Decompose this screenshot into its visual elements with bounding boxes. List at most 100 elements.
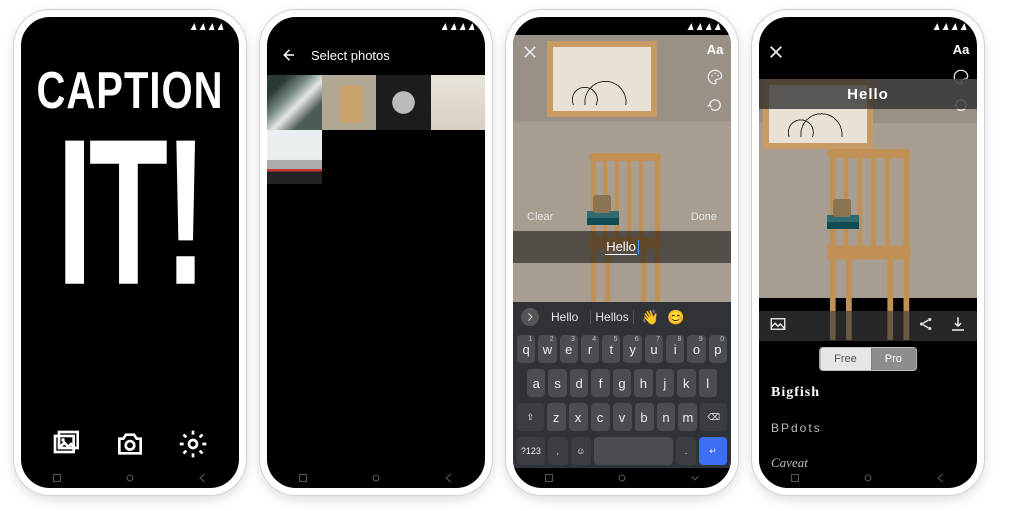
recent-apps-icon[interactable] — [788, 471, 802, 485]
home-icon[interactable] — [861, 471, 875, 485]
key-d[interactable]: d — [570, 369, 588, 397]
key-v[interactable]: v — [613, 403, 632, 431]
gear-icon — [177, 428, 209, 460]
close-button[interactable] — [767, 43, 785, 66]
back-icon[interactable] — [196, 471, 210, 485]
key-s[interactable]: s — [548, 369, 566, 397]
font-tool-button[interactable]: Aa — [705, 39, 725, 59]
key-i[interactable]: i8 — [666, 335, 684, 363]
key-a[interactable]: a — [527, 369, 545, 397]
logo-line2: IT! — [21, 119, 239, 306]
emoji-key[interactable]: ☺ — [571, 437, 591, 465]
palette-tool-button[interactable] — [705, 67, 725, 87]
back-arrow-icon[interactable] — [279, 46, 297, 64]
period-key[interactable]: . — [676, 437, 696, 465]
chevron-right-icon — [524, 311, 536, 323]
recent-apps-icon[interactable] — [50, 471, 64, 485]
rotate-tool-button[interactable] — [705, 95, 725, 115]
share-icon — [917, 315, 935, 333]
system-navbar — [21, 468, 239, 488]
recent-apps-icon[interactable] — [542, 471, 556, 485]
symbols-key[interactable]: ?123 — [517, 437, 545, 465]
key-j[interactable]: j — [656, 369, 674, 397]
comma-key[interactable]: , — [548, 437, 568, 465]
space-key[interactable] — [594, 437, 674, 465]
photo-books — [827, 215, 859, 229]
add-photo-button[interactable] — [769, 315, 787, 338]
key-l[interactable]: l — [699, 369, 717, 397]
key-w[interactable]: w2 — [538, 335, 556, 363]
done-button[interactable]: Done — [691, 211, 717, 223]
key-p[interactable]: p0 — [709, 335, 727, 363]
key-⌫[interactable]: ⌫ — [700, 403, 727, 431]
key-q[interactable]: q1 — [517, 335, 535, 363]
font-tool-button[interactable]: Aa — [951, 39, 971, 59]
system-navbar — [513, 468, 731, 488]
photo-chair — [823, 149, 927, 322]
system-navbar — [267, 468, 485, 488]
status-bar — [759, 17, 977, 35]
enter-key[interactable]: ↵ — [699, 437, 727, 465]
key-x[interactable]: x — [569, 403, 588, 431]
key-g[interactable]: g — [613, 369, 631, 397]
close-button[interactable] — [521, 43, 539, 66]
font-item[interactable]: BPdots — [771, 421, 965, 435]
keyboard-hide-icon[interactable] — [688, 471, 702, 485]
free-pro-segmented[interactable]: Free Pro — [819, 347, 917, 371]
key-r[interactable]: r4 — [581, 335, 599, 363]
segment-pro[interactable]: Pro — [871, 348, 916, 370]
key-o[interactable]: o9 — [687, 335, 705, 363]
key-h[interactable]: h — [634, 369, 652, 397]
key-m[interactable]: m — [678, 403, 697, 431]
image-icon — [769, 315, 787, 333]
suggestion-bar: Hello Hellos 👋 😊 — [513, 302, 731, 332]
close-icon — [521, 43, 539, 61]
camera-icon — [114, 428, 146, 460]
home-icon[interactable] — [615, 471, 629, 485]
segment-free[interactable]: Free — [820, 348, 871, 370]
back-icon[interactable] — [934, 471, 948, 485]
key-n[interactable]: n — [657, 403, 676, 431]
key-t[interactable]: t5 — [602, 335, 620, 363]
photo-wallart — [547, 41, 657, 117]
collapse-suggestions-button[interactable] — [521, 308, 539, 326]
home-icon[interactable] — [123, 471, 137, 485]
key-c[interactable]: c — [591, 403, 610, 431]
suggestion-emoji[interactable]: 👋 — [642, 309, 659, 326]
clear-button[interactable]: Clear — [527, 211, 553, 223]
key-⇧[interactable]: ⇧ — [517, 403, 544, 431]
open-gallery-button[interactable] — [45, 426, 89, 462]
photo-thumb[interactable] — [376, 75, 431, 130]
suggestion-emoji[interactable]: 😊 — [667, 309, 684, 326]
photo-thumb[interactable] — [267, 130, 322, 185]
download-button[interactable] — [949, 315, 967, 338]
key-b[interactable]: b — [635, 403, 654, 431]
phone-fonts: Aa Hello — [752, 10, 984, 495]
photo-thumb[interactable] — [322, 75, 377, 130]
caption-display[interactable]: Hello — [759, 79, 977, 109]
font-list[interactable]: Bigfish BPdots Caveat — [759, 379, 977, 468]
key-z[interactable]: z — [547, 403, 566, 431]
suggestion-item[interactable]: Hello — [547, 310, 582, 324]
key-u[interactable]: u7 — [645, 335, 663, 363]
key-k[interactable]: k — [677, 369, 695, 397]
suggestion-item[interactable]: Hellos — [590, 310, 633, 324]
font-item[interactable]: Bigfish — [771, 385, 965, 401]
canvas-photo[interactable] — [759, 79, 977, 298]
photo-thumb[interactable] — [431, 75, 486, 130]
share-button[interactable] — [917, 315, 935, 338]
caption-input-row[interactable]: Hello — [513, 231, 731, 263]
back-icon[interactable] — [442, 471, 456, 485]
key-f[interactable]: f — [591, 369, 609, 397]
photo-thumb[interactable] — [267, 75, 322, 130]
key-y[interactable]: y6 — [623, 335, 641, 363]
key-e[interactable]: e3 — [560, 335, 578, 363]
key-row: ⇧zxcvbnm⌫ — [513, 400, 731, 434]
home-icon[interactable] — [369, 471, 383, 485]
status-bar — [21, 17, 239, 35]
open-camera-button[interactable] — [108, 426, 152, 462]
recent-apps-icon[interactable] — [296, 471, 310, 485]
status-bar — [513, 17, 731, 35]
font-item[interactable]: Caveat — [771, 455, 965, 468]
open-settings-button[interactable] — [171, 426, 215, 462]
